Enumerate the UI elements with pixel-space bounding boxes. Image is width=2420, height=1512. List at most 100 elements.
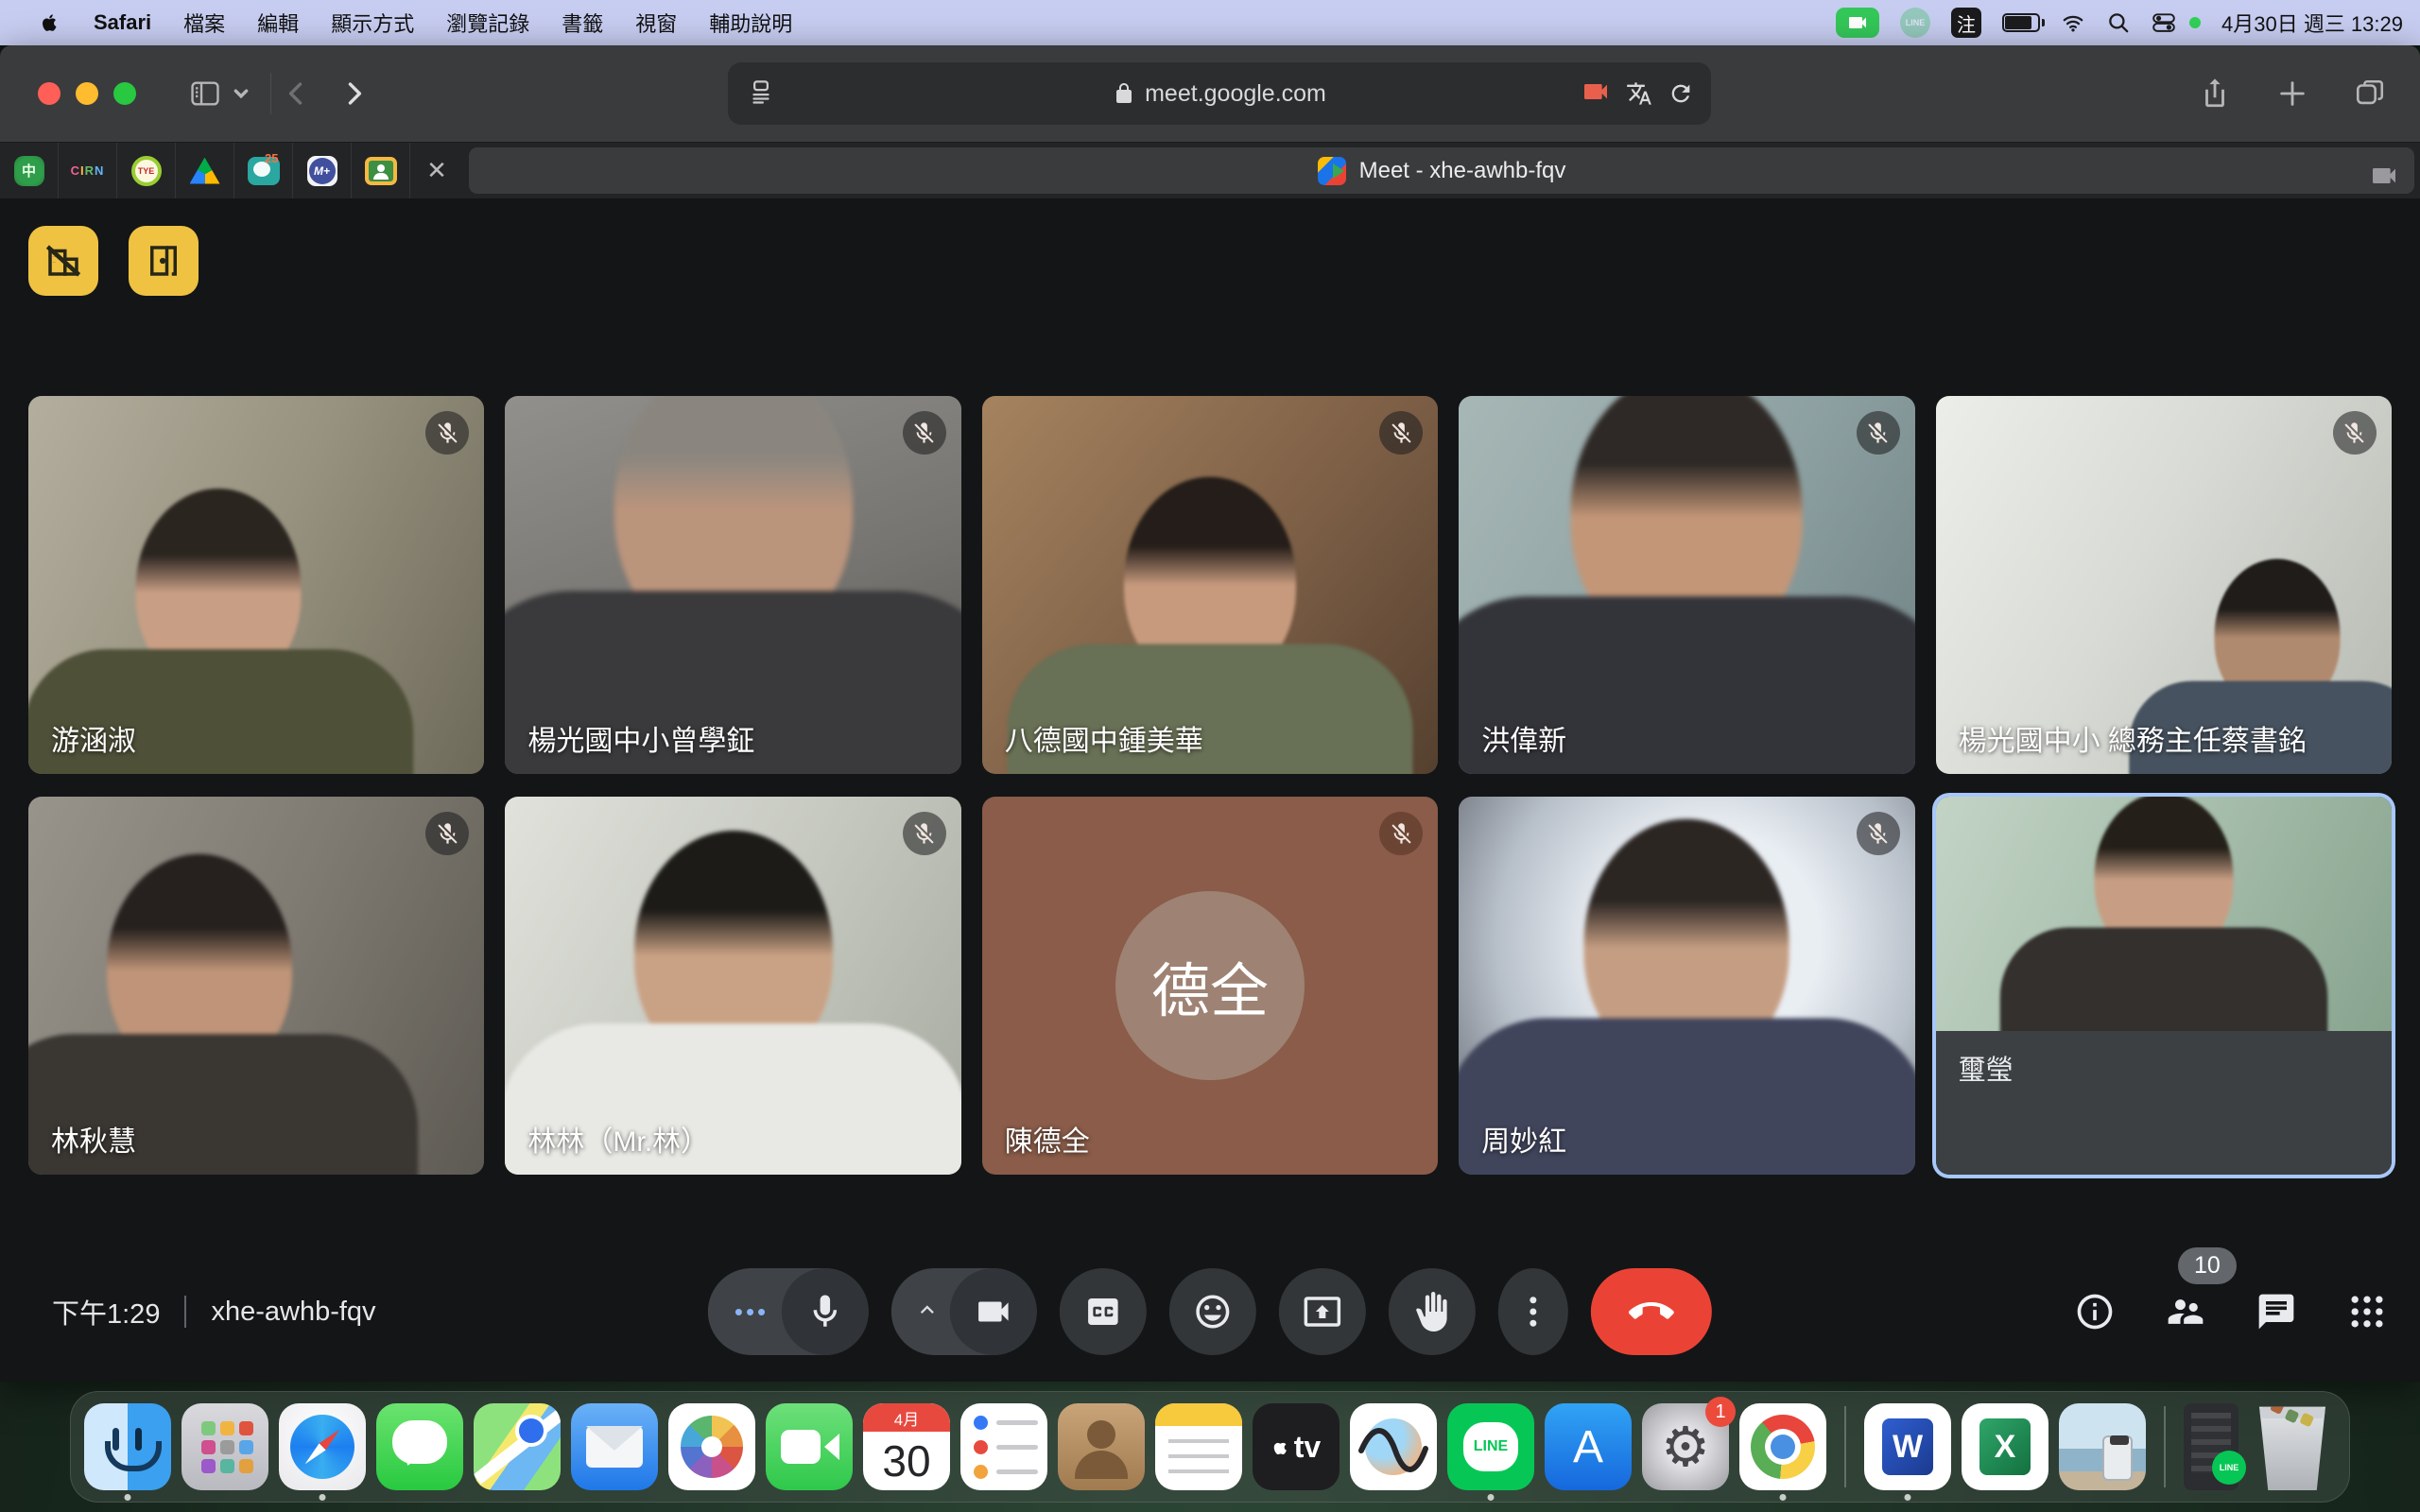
videocam-icon[interactable] bbox=[950, 1268, 1037, 1355]
excel-icon: X bbox=[1962, 1403, 2048, 1490]
menu-item-window[interactable]: 視窗 bbox=[619, 8, 693, 38]
dock-item-maps[interactable] bbox=[474, 1403, 561, 1490]
dock-item-messages[interactable] bbox=[376, 1403, 463, 1490]
dock-item-trash[interactable] bbox=[2249, 1403, 2336, 1490]
pinned-tab-gov[interactable]: 中 bbox=[0, 143, 59, 198]
captions-button[interactable] bbox=[1060, 1268, 1147, 1355]
reload-icon[interactable] bbox=[1668, 80, 1694, 107]
dock-item-launchpad[interactable] bbox=[182, 1403, 268, 1490]
participant-tile[interactable]: 洪偉新 bbox=[1459, 396, 1914, 774]
dock-item-notes[interactable] bbox=[1155, 1403, 1242, 1490]
facetime-icon bbox=[766, 1403, 853, 1490]
menu-item-help[interactable]: 輔助說明 bbox=[693, 8, 808, 38]
raise-hand-button[interactable] bbox=[1389, 1268, 1476, 1355]
participant-name: 楊光國中小 總務主任蔡書銘 bbox=[1959, 717, 2307, 759]
mic-icon[interactable] bbox=[782, 1268, 869, 1355]
zoom-window-button[interactable] bbox=[113, 82, 136, 105]
menu-item-history[interactable]: 瀏覽記錄 bbox=[430, 8, 545, 38]
dock-item-photos[interactable] bbox=[668, 1403, 755, 1490]
meeting-details-button[interactable] bbox=[2074, 1291, 2116, 1332]
back-button[interactable] bbox=[281, 77, 313, 110]
camera-active-icon[interactable] bbox=[1581, 77, 1611, 112]
pinned-tab-screen25[interactable]: 25 bbox=[234, 143, 293, 198]
participant-tile[interactable]: 游涵淑 bbox=[28, 396, 484, 774]
apple-menu-icon[interactable] bbox=[40, 12, 60, 33]
pinned-tab-classroom[interactable] bbox=[352, 143, 410, 198]
dock-item-windowthumb[interactable]: LINE bbox=[2184, 1403, 2238, 1490]
meeting-code: xhe-awhb-fqv bbox=[211, 1297, 375, 1328]
dock-item-mail[interactable] bbox=[571, 1403, 658, 1490]
participant-tile[interactable]: 楊光國中小 總務主任蔡書銘 bbox=[1936, 396, 2392, 774]
translate-icon[interactable] bbox=[1626, 80, 1652, 107]
dock-item-excel[interactable]: X bbox=[1962, 1403, 2048, 1490]
dock-item-line[interactable]: LINE bbox=[1447, 1403, 1534, 1490]
menu-item-file[interactable]: 檔案 bbox=[167, 8, 241, 38]
control-center-icon[interactable] bbox=[2152, 10, 2176, 35]
pinned-tab-tye[interactable]: TYE bbox=[117, 143, 176, 198]
menubar-clock[interactable]: 4月30日 週三 13:29 bbox=[2221, 8, 2403, 38]
reminders-icon bbox=[960, 1403, 1047, 1490]
participant-tile[interactable]: 林秋慧 bbox=[28, 797, 484, 1175]
camera-in-use-indicator[interactable] bbox=[1836, 8, 1879, 38]
participant-tile[interactable]: 林林（Mr.林） bbox=[505, 797, 960, 1175]
active-tab[interactable]: Meet - xhe-awhb-fqv bbox=[469, 147, 2414, 194]
minimize-window-button[interactable] bbox=[76, 82, 98, 105]
close-tab-button[interactable]: ✕ bbox=[410, 143, 463, 198]
reactions-button[interactable] bbox=[1169, 1268, 1256, 1355]
menu-item-safari[interactable]: Safari bbox=[78, 10, 167, 35]
participant-tile[interactable]: 德全 陳德全 bbox=[982, 797, 1438, 1175]
participant-tile[interactable]: 楊光國中小曾學鉦 bbox=[505, 396, 960, 774]
share-button[interactable] bbox=[2199, 77, 2231, 110]
dock-item-facetime[interactable] bbox=[766, 1403, 853, 1490]
dock-item-settings[interactable]: ⚙1 bbox=[1642, 1403, 1729, 1490]
battery-icon[interactable] bbox=[2002, 13, 2040, 32]
line-menubar-icon[interactable]: LINE bbox=[1900, 8, 1930, 38]
sidebar-toggle-button[interactable] bbox=[189, 77, 221, 110]
extension-door-button[interactable] bbox=[129, 226, 199, 296]
participant-count-badge: 10 bbox=[2178, 1247, 2237, 1284]
activities-button[interactable] bbox=[2346, 1291, 2388, 1332]
input-method-badge[interactable]: 注 bbox=[1951, 8, 1981, 38]
camera-button[interactable] bbox=[891, 1268, 1037, 1355]
spotlight-icon[interactable] bbox=[2106, 10, 2131, 35]
muted-mic-icon bbox=[1379, 411, 1423, 455]
participant-tile[interactable]: 周妙紅 bbox=[1459, 797, 1914, 1175]
audio-options-dots[interactable]: ••• bbox=[731, 1297, 772, 1327]
participant-tile[interactable]: 八德國中鍾美華 bbox=[982, 396, 1438, 774]
dock-item-photofile[interactable] bbox=[2059, 1403, 2146, 1490]
microphone-button[interactable]: ••• bbox=[708, 1268, 869, 1355]
camera-options-chevron[interactable] bbox=[914, 1297, 941, 1328]
more-options-button[interactable] bbox=[1498, 1268, 1568, 1355]
new-tab-button[interactable] bbox=[2276, 77, 2308, 110]
menu-item-edit[interactable]: 編輯 bbox=[241, 8, 315, 38]
self-view-tile[interactable]: 璽瑩 bbox=[1936, 797, 2392, 1175]
dock-item-calendar[interactable]: 4月30 bbox=[863, 1403, 950, 1490]
dock-item-appletv[interactable]: tv bbox=[1253, 1403, 1340, 1490]
dock-item-waveform[interactable] bbox=[1350, 1403, 1437, 1490]
dock-item-appstore[interactable]: A bbox=[1545, 1403, 1632, 1490]
menu-item-bookmarks[interactable]: 書籤 bbox=[545, 8, 619, 38]
pinned-tab-cirn[interactable]: CIRN bbox=[59, 143, 117, 198]
extension-building-button[interactable] bbox=[28, 226, 98, 296]
tab-overview-button[interactable] bbox=[2354, 77, 2386, 110]
wifi-icon[interactable] bbox=[2061, 10, 2085, 35]
close-window-button[interactable] bbox=[38, 82, 60, 105]
dock-item-finder[interactable] bbox=[84, 1403, 171, 1490]
end-call-button[interactable] bbox=[1591, 1268, 1712, 1355]
present-button[interactable] bbox=[1279, 1268, 1366, 1355]
running-indicator-dot bbox=[125, 1494, 131, 1501]
dock-item-contacts[interactable] bbox=[1058, 1403, 1145, 1490]
dock-item-word[interactable]: W bbox=[1864, 1403, 1951, 1490]
dock-item-chrome[interactable] bbox=[1739, 1403, 1826, 1490]
pinned-tab-drive[interactable] bbox=[176, 143, 234, 198]
chat-button[interactable] bbox=[2256, 1291, 2297, 1332]
dock-item-reminders[interactable] bbox=[960, 1403, 1047, 1490]
menu-item-view[interactable]: 顯示方式 bbox=[315, 8, 430, 38]
address-bar[interactable]: meet.google.com bbox=[728, 62, 1711, 125]
sidebar-chevron-button[interactable] bbox=[225, 77, 257, 110]
people-button[interactable] bbox=[2165, 1291, 2206, 1332]
meet-control-bar: 下午1:29 xhe-awhb-fqv ••• bbox=[0, 1266, 2420, 1357]
pinned-tab-mplus[interactable]: M+ bbox=[293, 143, 352, 198]
forward-button[interactable] bbox=[337, 77, 370, 110]
dock-item-safari[interactable] bbox=[279, 1403, 366, 1490]
